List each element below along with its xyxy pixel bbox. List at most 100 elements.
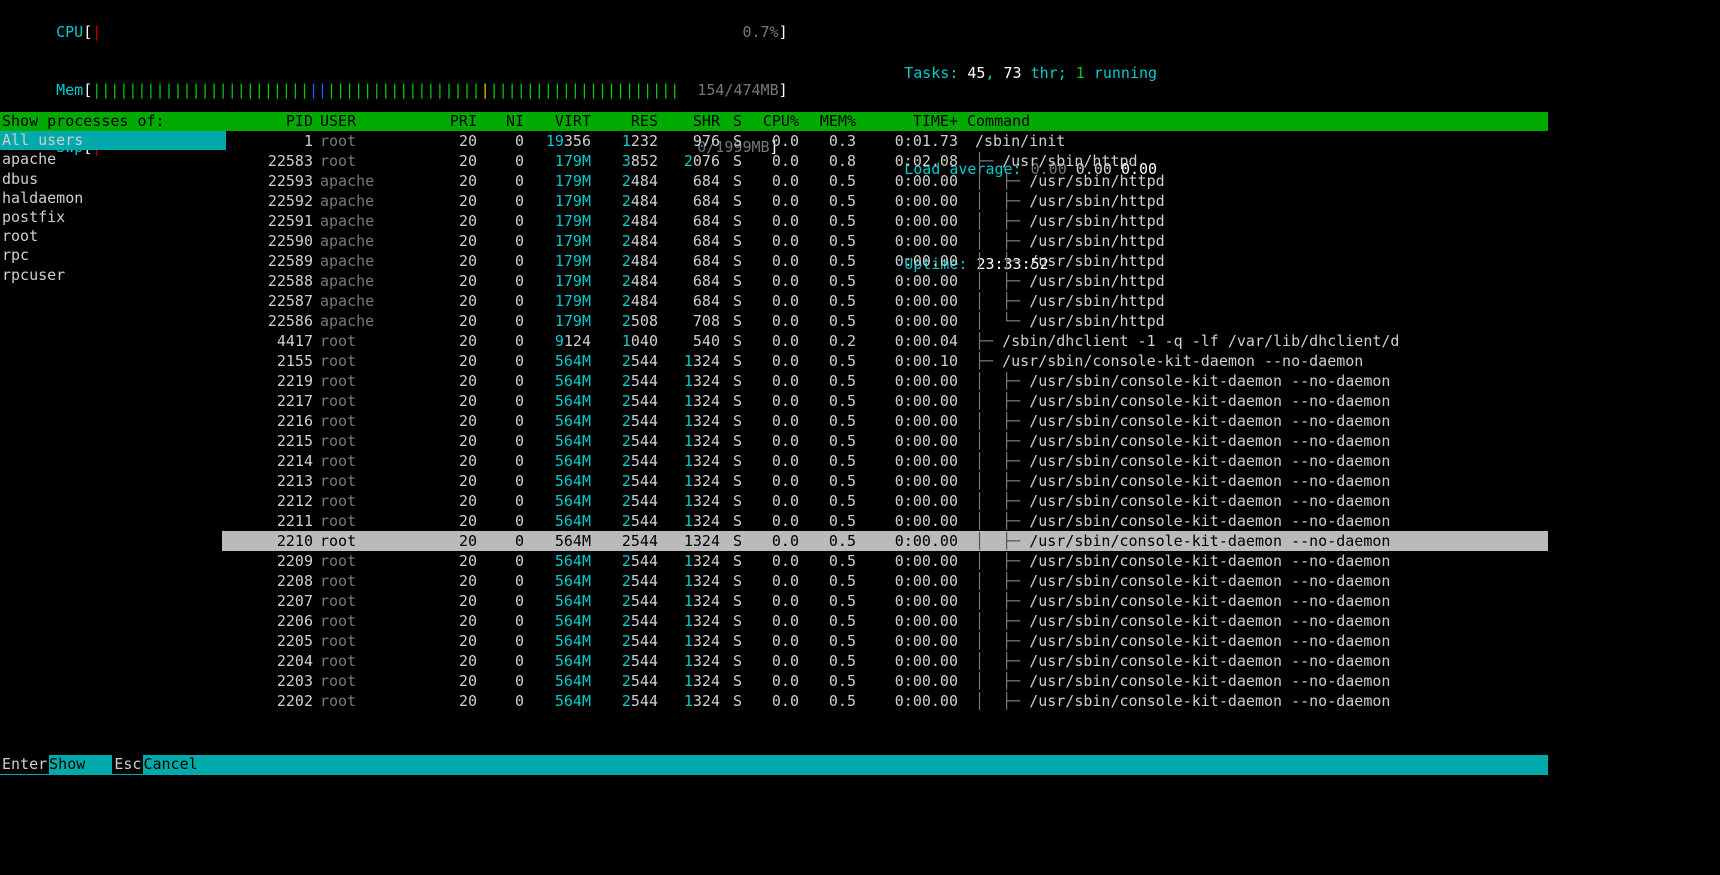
cell-cpu: 0.0: [743, 632, 800, 651]
cell-command: │ ├─ /usr/sbin/console-kit-daemon --no-d…: [967, 392, 1548, 411]
cell-pri: 20: [421, 532, 478, 551]
cell-pri: 20: [421, 272, 478, 291]
cell-virt: 179M: [525, 272, 592, 291]
cell-time: 0:00.00: [857, 472, 959, 491]
cell-user: root: [314, 632, 421, 651]
cell-virt: 564M: [525, 552, 592, 571]
cell-cpu: 0.0: [743, 592, 800, 611]
process-row[interactable]: 22589apache200179M2484684S0.00.50:00.00│…: [222, 251, 1548, 271]
cell-res: 2544: [592, 492, 659, 511]
cell-command: │ ├─ /usr/sbin/console-kit-daemon --no-d…: [967, 552, 1548, 571]
col-cpu[interactable]: CPU%: [743, 112, 800, 131]
process-row[interactable]: 2219root200564M25441324S0.00.50:00.00│ ├…: [222, 371, 1548, 391]
cell-ni: 0: [478, 572, 525, 591]
process-row[interactable]: 2203root200564M25441324S0.00.50:00.00│ ├…: [222, 671, 1548, 691]
cell-time: 0:00.10: [857, 352, 959, 371]
cell-ni: 0: [478, 632, 525, 651]
process-table-header[interactable]: PID USER PRI NI VIRT RES SHR S CPU% MEM%…: [222, 112, 1548, 131]
col-command[interactable]: Command: [959, 112, 1548, 131]
cell-time: 0:00.00: [857, 572, 959, 591]
process-row[interactable]: 22583root200179M38522076S0.00.80:02.08├─…: [222, 151, 1548, 171]
process-row[interactable]: 22590apache200179M2484684S0.00.50:00.00│…: [222, 231, 1548, 251]
user-filter-item[interactable]: postfix: [0, 208, 226, 227]
cell-pid: 22593: [222, 172, 314, 191]
process-table[interactable]: PID USER PRI NI VIRT RES SHR S CPU% MEM%…: [222, 112, 1548, 711]
cell-user: root: [314, 352, 421, 371]
cell-res: 2484: [592, 252, 659, 271]
process-row[interactable]: 2208root200564M25441324S0.00.50:00.00│ ├…: [222, 571, 1548, 591]
process-row[interactable]: 2209root200564M25441324S0.00.50:00.00│ ├…: [222, 551, 1548, 571]
process-row[interactable]: 22586apache200179M2508708S0.00.50:00.00│…: [222, 311, 1548, 331]
cell-ni: 0: [478, 232, 525, 251]
cell-command: │ ├─ /usr/sbin/httpd: [967, 172, 1548, 191]
cell-mem: 0.5: [800, 552, 857, 571]
cell-state: S: [721, 192, 743, 211]
cell-shr: 1324: [659, 532, 721, 551]
cell-pri: 20: [421, 632, 478, 651]
process-row[interactable]: 22592apache200179M2484684S0.00.50:00.00│…: [222, 191, 1548, 211]
process-row[interactable]: 22591apache200179M2484684S0.00.50:00.00│…: [222, 211, 1548, 231]
col-ni[interactable]: NI: [478, 112, 525, 131]
enter-key[interactable]: Enter: [0, 755, 49, 774]
col-pid[interactable]: PID: [222, 112, 314, 131]
col-shr[interactable]: SHR: [659, 112, 721, 131]
cell-shr: 2076: [659, 152, 721, 171]
process-row[interactable]: 2217root200564M25441324S0.00.50:00.00│ ├…: [222, 391, 1548, 411]
col-virt[interactable]: VIRT: [525, 112, 592, 131]
cell-res: 2544: [592, 572, 659, 591]
process-row[interactable]: 2214root200564M25441324S0.00.50:00.00│ ├…: [222, 451, 1548, 471]
esc-key[interactable]: Esc: [112, 755, 143, 774]
cell-time: 0:00.00: [857, 272, 959, 291]
cell-pri: 20: [421, 412, 478, 431]
user-filter-item[interactable]: root: [0, 227, 226, 246]
cell-virt: 179M: [525, 292, 592, 311]
process-row[interactable]: 2204root200564M25441324S0.00.50:00.00│ ├…: [222, 651, 1548, 671]
thr-count: 73: [1004, 64, 1022, 82]
process-row[interactable]: 2202root200564M25441324S0.00.50:00.00│ ├…: [222, 691, 1548, 711]
cell-shr: 1324: [659, 572, 721, 591]
process-row[interactable]: 2212root200564M25441324S0.00.50:00.00│ ├…: [222, 491, 1548, 511]
cell-user: root: [314, 472, 421, 491]
cell-pri: 20: [421, 672, 478, 691]
process-row[interactable]: 2155root200564M25441324S0.00.50:00.10├─ …: [222, 351, 1548, 371]
process-row[interactable]: 4417root20091241040540S0.00.20:00.04├─ /…: [222, 331, 1548, 351]
col-res[interactable]: RES: [592, 112, 659, 131]
cell-time: 0:00.00: [857, 452, 959, 471]
process-row[interactable]: 2215root200564M25441324S0.00.50:00.00│ ├…: [222, 431, 1548, 451]
process-row[interactable]: 2213root200564M25441324S0.00.50:00.00│ ├…: [222, 471, 1548, 491]
col-s[interactable]: S: [721, 112, 743, 131]
user-filter-item[interactable]: haldaemon: [0, 189, 226, 208]
cell-mem: 0.5: [800, 432, 857, 451]
col-time[interactable]: TIME+: [857, 112, 959, 131]
cell-virt: 179M: [525, 232, 592, 251]
cell-time: 0:00.00: [857, 672, 959, 691]
user-filter-item[interactable]: rpcuser: [0, 266, 226, 285]
user-filter-item[interactable]: dbus: [0, 170, 226, 189]
cell-mem: 0.5: [800, 452, 857, 471]
process-row[interactable]: 2206root200564M25441324S0.00.50:00.00│ ├…: [222, 611, 1548, 631]
user-filter-item[interactable]: apache: [0, 150, 226, 169]
cell-ni: 0: [478, 412, 525, 431]
process-row[interactable]: 2211root200564M25441324S0.00.50:00.00│ ├…: [222, 511, 1548, 531]
user-filter-item[interactable]: All users: [0, 131, 226, 150]
cell-user: root: [314, 612, 421, 631]
cell-virt: 564M: [525, 572, 592, 591]
user-filter-item[interactable]: rpc: [0, 246, 226, 265]
cell-res: 2544: [592, 392, 659, 411]
col-mem[interactable]: MEM%: [800, 112, 857, 131]
process-row[interactable]: 22587apache200179M2484684S0.00.50:00.00│…: [222, 291, 1548, 311]
cell-cpu: 0.0: [743, 152, 800, 171]
process-row[interactable]: 2216root200564M25441324S0.00.50:00.00│ ├…: [222, 411, 1548, 431]
enter-label: Show: [49, 755, 112, 773]
process-row[interactable]: 2207root200564M25441324S0.00.50:00.00│ ├…: [222, 591, 1548, 611]
col-pri[interactable]: PRI: [421, 112, 478, 131]
col-user[interactable]: USER: [314, 112, 421, 131]
process-row[interactable]: 22593apache200179M2484684S0.00.50:00.00│…: [222, 171, 1548, 191]
cell-res: 3852: [592, 152, 659, 171]
process-row[interactable]: 2205root200564M25441324S0.00.50:00.00│ ├…: [222, 631, 1548, 651]
cell-mem: 0.5: [800, 512, 857, 531]
process-row[interactable]: 22588apache200179M2484684S0.00.50:00.00│…: [222, 271, 1548, 291]
process-row[interactable]: 2210root200564M25441324S0.00.50:00.00│ ├…: [222, 531, 1548, 551]
cell-mem: 0.5: [800, 692, 857, 711]
process-row[interactable]: 1root200193561232976S0.00.30:01.73/sbin/…: [222, 131, 1548, 151]
